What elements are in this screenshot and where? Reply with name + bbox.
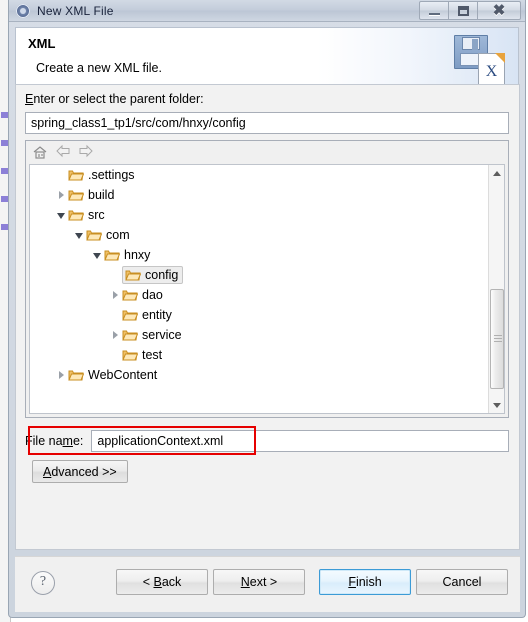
expand-arrow-down-icon[interactable] — [74, 229, 86, 241]
help-icon[interactable]: ? — [31, 571, 55, 595]
folder-icon — [125, 268, 141, 282]
back-arrow-icon[interactable] — [54, 144, 74, 162]
expand-arrow-right-icon[interactable] — [110, 329, 122, 341]
gear-icon — [15, 3, 31, 19]
folder-icon — [122, 348, 138, 362]
cancel-button[interactable]: Cancel — [416, 569, 508, 595]
tree-item-hnxy[interactable]: hnxy — [30, 245, 504, 265]
folder-icon — [122, 308, 138, 322]
finish-button[interactable]: Finish — [319, 569, 411, 595]
tree-item-test[interactable]: test — [30, 345, 504, 365]
scrollbar-thumb[interactable] — [490, 289, 504, 389]
maximize-button[interactable] — [448, 1, 478, 20]
tree-item-dao[interactable]: dao — [30, 285, 504, 305]
tree-item-label: src — [88, 208, 105, 222]
back-button[interactable]: < Back — [116, 569, 208, 595]
tree-item-entity[interactable]: entity — [30, 305, 504, 325]
folder-icon — [68, 168, 84, 182]
title-bar: New XML File ✖ — [9, 0, 525, 22]
expand-arrow-right-icon[interactable] — [110, 289, 122, 301]
tree-item-label: build — [88, 188, 115, 202]
chevron-up-icon — [493, 170, 501, 176]
file-name-label: File name: — [25, 433, 84, 448]
tree-item-content: test — [122, 348, 162, 362]
expand-arrow-right-icon[interactable] — [56, 189, 68, 201]
tree-item-com[interactable]: com — [30, 225, 504, 245]
close-icon: ✖ — [492, 2, 506, 19]
tree-item-config[interactable]: config — [30, 265, 504, 285]
dialog-body: Enter or select the parent folder: sprin… — [15, 84, 520, 550]
minimize-icon — [428, 12, 440, 15]
close-button[interactable]: ✖ — [477, 1, 521, 20]
tree-item-label: service — [142, 328, 182, 342]
tree-item-content: dao — [122, 288, 163, 302]
file-name-row: File name: — [25, 428, 509, 453]
tree-item-label: dao — [142, 288, 163, 302]
scroll-up-button[interactable] — [489, 165, 504, 181]
folder-icon — [68, 188, 84, 202]
parent-folder-label: Enter or select the parent folder: — [25, 92, 204, 106]
expand-arrow-down-icon[interactable] — [92, 249, 104, 261]
page-title: XML — [28, 36, 56, 51]
tree-item-label: entity — [142, 308, 172, 322]
tree-scrollbar[interactable] — [488, 165, 504, 413]
folder-icon — [104, 248, 120, 262]
folder-tree-panel: .settings build src com hnxy config dao entity s… — [25, 140, 509, 418]
expand-arrow-down-icon[interactable] — [56, 209, 68, 221]
window-controls: ✖ — [419, 1, 521, 21]
forward-arrow-icon[interactable] — [77, 144, 97, 162]
parent-folder-input[interactable] — [25, 112, 509, 134]
tree-item-label: com — [106, 228, 130, 242]
tree-item-label: .settings — [88, 168, 135, 182]
tree-item-content: service — [122, 328, 182, 342]
tree-item-label: config — [145, 268, 179, 282]
maximize-icon — [457, 5, 469, 16]
window-title: New XML File — [37, 3, 114, 18]
folder-tree[interactable]: .settings build src com hnxy config dao entity s… — [29, 164, 505, 414]
tree-item-label: WebContent — [88, 368, 158, 382]
tree-toolbar — [26, 141, 508, 164]
folder-icon — [68, 368, 84, 382]
file-name-input[interactable] — [91, 429, 509, 452]
folder-icon — [68, 208, 84, 222]
tree-item-settings[interactable]: .settings — [30, 165, 504, 185]
tree-item-content: src — [68, 208, 105, 222]
xml-file-save-icon: X — [452, 33, 506, 87]
expand-arrow-right-icon[interactable] — [56, 369, 68, 381]
tree-item-content: WebContent — [68, 368, 157, 382]
navigation-buttons: < Back Next > Finish Cancel — [111, 569, 508, 595]
tree-item-webcontent[interactable]: WebContent — [30, 365, 504, 385]
tree-item-content: config — [122, 266, 184, 284]
tree-item-content: hnxy — [104, 248, 150, 262]
tree-item-label: test — [142, 348, 163, 362]
tree-item-content: com — [86, 228, 130, 242]
chevron-down-icon — [493, 402, 501, 408]
advanced-button[interactable]: Advanced >> — [32, 460, 128, 483]
tree-item-src[interactable]: src — [30, 205, 504, 225]
new-xml-file-dialog: New XML File ✖ XML Create a new XML file… — [8, 0, 526, 618]
dialog-button-bar: ? < Back Next > Finish Cancel — [15, 556, 520, 612]
tree-item-service[interactable]: service — [30, 325, 504, 345]
minimize-button[interactable] — [419, 1, 449, 20]
next-button[interactable]: Next > — [213, 569, 305, 595]
tree-item-content: .settings — [68, 168, 135, 182]
folder-icon — [122, 288, 138, 302]
tree-item-build[interactable]: build — [30, 185, 504, 205]
scroll-down-button[interactable] — [489, 397, 504, 413]
home-icon[interactable] — [31, 144, 51, 162]
tree-item-content: build — [68, 188, 114, 202]
folder-icon — [122, 328, 138, 342]
folder-icon — [86, 228, 102, 242]
page-description: Create a new XML file. — [36, 61, 162, 75]
tree-item-label: hnxy — [124, 248, 151, 262]
tree-item-content: entity — [122, 308, 172, 322]
